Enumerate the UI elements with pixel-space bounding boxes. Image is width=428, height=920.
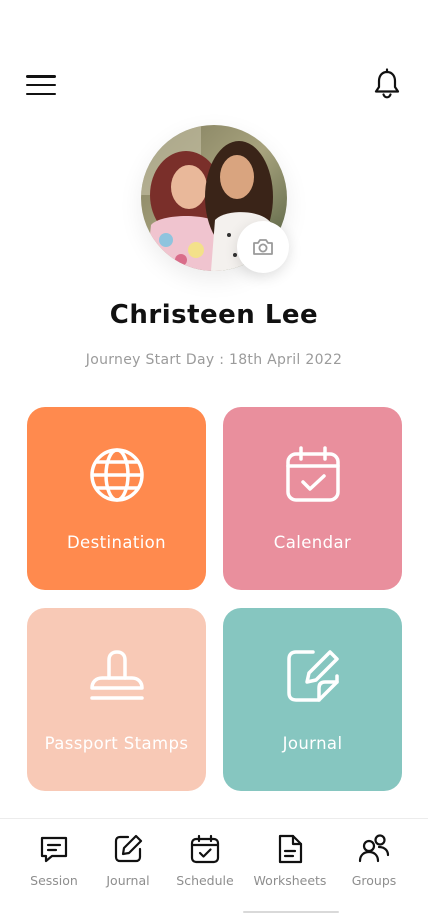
nav-label-groups: Groups xyxy=(351,873,397,888)
globe-icon xyxy=(89,448,144,502)
edit-note-icon xyxy=(286,650,339,702)
nav-label-schedule: Schedule xyxy=(176,873,234,888)
group-icon xyxy=(358,834,390,863)
stamp-icon xyxy=(89,650,144,700)
calendar-check-icon xyxy=(285,446,340,502)
top-bar xyxy=(0,68,428,104)
nav-item-schedule[interactable]: Schedule xyxy=(162,833,248,888)
calendar-label: Calendar xyxy=(273,533,352,552)
nav-label-session: Session xyxy=(30,873,78,888)
notification-button[interactable] xyxy=(372,68,402,100)
home-indicator xyxy=(243,911,339,913)
nav-label-worksheets: Worksheets xyxy=(253,873,327,888)
user-name: Christeen Lee xyxy=(109,300,319,330)
destination-tile[interactable]: Destination xyxy=(27,407,206,590)
nav-item-groups[interactable]: Groups xyxy=(331,833,417,888)
menu-button[interactable] xyxy=(26,72,56,98)
change-photo-button[interactable] xyxy=(237,221,289,273)
journey-start-date: Journey Start Day : 18th April 2022 xyxy=(85,352,343,368)
calendar-check-icon xyxy=(190,834,220,864)
destination-label: Destination xyxy=(66,533,167,552)
menu-line xyxy=(26,75,56,78)
journal-label: Journal xyxy=(282,734,343,753)
passport-stamps-tile[interactable]: Passport Stamps xyxy=(27,608,206,791)
menu-line xyxy=(26,92,56,95)
camera-icon xyxy=(253,239,273,255)
profile-avatar-container xyxy=(141,125,289,273)
edit-icon xyxy=(114,834,143,863)
passport-stamps-label: Passport Stamps xyxy=(44,734,189,753)
nav-item-worksheets[interactable]: Worksheets xyxy=(247,833,333,888)
bell-icon xyxy=(374,68,400,99)
nav-label-journal: Journal xyxy=(106,873,150,888)
menu-line xyxy=(26,83,56,87)
journal-tile[interactable]: Journal xyxy=(223,608,402,791)
calendar-tile[interactable]: Calendar xyxy=(223,407,402,590)
nav-item-journal[interactable]: Journal xyxy=(85,833,171,888)
bottom-navigation: Session Journal Schedule Worksheets Grou… xyxy=(0,818,428,920)
chat-icon xyxy=(40,836,68,863)
document-icon xyxy=(278,834,303,864)
